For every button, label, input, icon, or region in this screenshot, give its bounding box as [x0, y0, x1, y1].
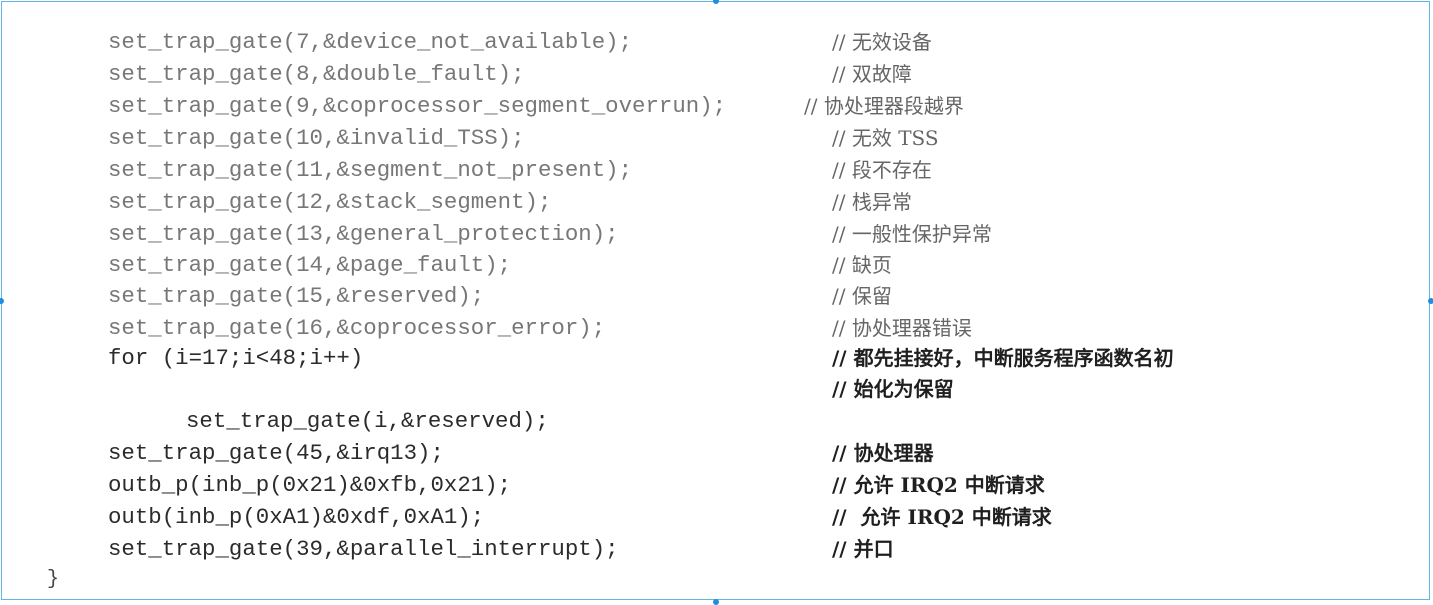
code-comment: // 始化为保留 — [832, 377, 954, 401]
code-comment: // 保留 — [832, 284, 892, 308]
code-comment: // 段不存在 — [832, 158, 932, 182]
code-line: set_trap_gate(10,&invalid_TSS); — [108, 125, 525, 151]
code-line: set_trap_gate(9,&coprocessor_segment_ove… — [108, 93, 727, 119]
code-comment: // 一般性保护异常 — [832, 222, 992, 246]
code-comment: // 协处理器错误 — [832, 316, 972, 340]
code-line: outb_p(inb_p(0x21)&0xfb,0x21); — [108, 472, 512, 498]
code-line: set_trap_gate(13,&general_protection); — [108, 221, 619, 247]
code-comment: // 并口 — [832, 537, 894, 561]
code-comment: // 允许 IRQ2 中断请求 — [832, 473, 1045, 497]
code-listing: set_trap_gate(7,&device_not_available); … — [0, 0, 1433, 603]
code-line: set_trap_gate(45,&irq13); — [108, 440, 444, 466]
code-line: set_trap_gate(i,&reserved); — [186, 408, 549, 434]
code-line: for (i=17;i<48;i++) — [108, 345, 364, 371]
code-comment: // 无效设备 — [832, 30, 932, 54]
code-comment: // 双故障 — [832, 62, 912, 86]
code-comment: // 协处理器 — [832, 441, 934, 465]
code-line: set_trap_gate(11,&segment_not_present); — [108, 157, 633, 183]
code-line: outb(inb_p(0xA1)&0xdf,0xA1); — [108, 504, 485, 530]
closing-brace: } — [47, 568, 60, 591]
code-line: set_trap_gate(8,&double_fault); — [108, 61, 525, 87]
code-comment: // 协处理器段越界 — [804, 94, 964, 118]
code-comment: // 无效 TSS — [832, 126, 939, 150]
code-line: set_trap_gate(7,&device_not_available); — [108, 29, 633, 55]
code-line: set_trap_gate(39,&parallel_interrupt); — [108, 536, 619, 562]
code-comment: // 缺页 — [832, 253, 892, 277]
code-line: set_trap_gate(14,&page_fault); — [108, 252, 512, 278]
code-comment: // 允许 IRQ2 中断请求 — [832, 505, 1052, 529]
code-line: set_trap_gate(16,&coprocessor_error); — [108, 315, 606, 341]
code-comment: // 栈异常 — [832, 190, 912, 214]
code-line: set_trap_gate(12,&stack_segment); — [108, 189, 552, 215]
code-line: set_trap_gate(15,&reserved); — [108, 283, 485, 309]
code-comment: // 都先挂接好，中断服务程序函数名初 — [832, 346, 1174, 370]
